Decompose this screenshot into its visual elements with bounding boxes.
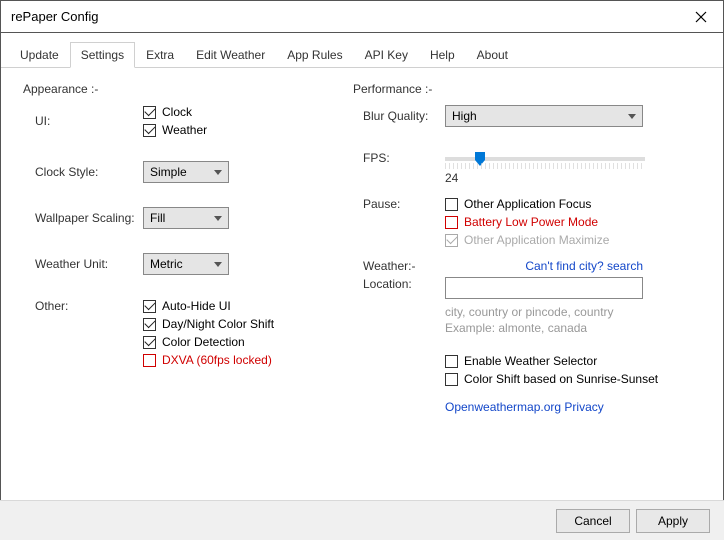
window-title: rePaper Config xyxy=(11,9,679,24)
footer: Cancel Apply xyxy=(0,500,724,540)
daynight-checkbox[interactable]: Day/Night Color Shift xyxy=(143,317,274,331)
fps-slider[interactable] xyxy=(445,157,645,161)
tab-edit-weather[interactable]: Edit Weather xyxy=(185,42,276,68)
scaling-select[interactable]: Fill xyxy=(143,207,229,229)
tab-help[interactable]: Help xyxy=(419,42,466,68)
tab-strip: Update Settings Extra Edit Weather App R… xyxy=(1,33,723,68)
pause-focus-checkbox[interactable]: Other Application Focus xyxy=(445,197,713,211)
checkbox-icon xyxy=(445,198,458,211)
pause-focus-label: Other Application Focus xyxy=(464,197,591,211)
unit-select[interactable]: Metric xyxy=(143,253,229,275)
unit-label: Weather Unit: xyxy=(23,257,143,271)
titlebar: rePaper Config xyxy=(1,1,723,33)
auto-hide-label: Auto-Hide UI xyxy=(162,299,231,313)
close-icon xyxy=(695,11,707,23)
pause-battery-checkbox[interactable]: Battery Low Power Mode xyxy=(445,215,713,229)
chevron-down-icon xyxy=(214,216,222,221)
location-input[interactable] xyxy=(445,277,643,299)
find-city-link[interactable]: Can't find city? search xyxy=(525,259,643,273)
checkbox-icon xyxy=(445,355,458,368)
location-label: Location: xyxy=(363,277,445,291)
blur-select[interactable]: High xyxy=(445,105,643,127)
clockstyle-label: Clock Style: xyxy=(23,165,143,179)
location-hint: city, country or pincode, country Exampl… xyxy=(445,305,645,336)
daynight-label: Day/Night Color Shift xyxy=(162,317,274,331)
clockstyle-value: Simple xyxy=(150,165,187,179)
appearance-panel: Appearance :- UI: Clock Weather Clock St… xyxy=(23,82,353,478)
dxva-checkbox[interactable]: DXVA (60fps locked) xyxy=(143,353,274,367)
pause-battery-label: Battery Low Power Mode xyxy=(464,215,598,229)
weather-label-text: Weather:- xyxy=(363,259,445,273)
checkbox-icon xyxy=(445,373,458,386)
slider-ticks xyxy=(445,163,645,169)
ui-clock-checkbox[interactable]: Clock xyxy=(143,105,207,119)
color-detect-label: Color Detection xyxy=(162,335,245,349)
checkbox-icon xyxy=(445,216,458,229)
pause-max-checkbox: Other Application Maximize xyxy=(445,233,713,247)
enable-selector-label: Enable Weather Selector xyxy=(464,354,597,368)
ui-clock-label: Clock xyxy=(162,105,192,119)
location-hint-1: city, country or pincode, country xyxy=(445,305,645,321)
tab-api-key[interactable]: API Key xyxy=(354,42,419,68)
enable-selector-checkbox[interactable]: Enable Weather Selector xyxy=(445,354,713,368)
tab-about[interactable]: About xyxy=(466,42,519,68)
chevron-down-icon xyxy=(628,114,636,119)
clockstyle-select[interactable]: Simple xyxy=(143,161,229,183)
close-button[interactable] xyxy=(679,1,723,33)
scaling-label: Wallpaper Scaling: xyxy=(23,211,143,225)
openweather-link[interactable]: Openweathermap.org Privacy xyxy=(445,400,713,414)
location-hint-2: Example: almonte, canada xyxy=(445,321,645,337)
unit-value: Metric xyxy=(150,257,183,271)
checkbox-icon xyxy=(143,354,156,367)
color-shift-checkbox[interactable]: Color Shift based on Sunrise-Sunset xyxy=(445,372,713,386)
other-label: Other: xyxy=(23,299,143,313)
dxva-label: DXVA (60fps locked) xyxy=(162,353,272,367)
fps-label: FPS: xyxy=(353,151,445,165)
pause-label: Pause: xyxy=(353,197,445,211)
ui-weather-label: Weather xyxy=(162,123,207,137)
checkbox-icon xyxy=(143,336,156,349)
checkbox-icon xyxy=(445,234,458,247)
scaling-value: Fill xyxy=(150,211,165,225)
tab-settings[interactable]: Settings xyxy=(70,42,135,68)
checkbox-icon xyxy=(143,124,156,137)
tab-app-rules[interactable]: App Rules xyxy=(276,42,353,68)
blur-value: High xyxy=(452,109,477,123)
performance-panel: Performance :- Blur Quality: High FPS: 2… xyxy=(353,82,713,478)
weather-label: Weather:- Location: xyxy=(353,259,445,291)
checkbox-icon xyxy=(143,300,156,313)
ui-label: UI: xyxy=(23,114,143,128)
color-shift-label: Color Shift based on Sunrise-Sunset xyxy=(464,372,658,386)
appearance-heading: Appearance :- xyxy=(23,82,353,96)
ui-weather-checkbox[interactable]: Weather xyxy=(143,123,207,137)
chevron-down-icon xyxy=(214,170,222,175)
cancel-button[interactable]: Cancel xyxy=(556,509,630,533)
auto-hide-checkbox[interactable]: Auto-Hide UI xyxy=(143,299,274,313)
apply-button[interactable]: Apply xyxy=(636,509,710,533)
fps-value: 24 xyxy=(445,171,645,185)
checkbox-icon xyxy=(143,106,156,119)
tab-update[interactable]: Update xyxy=(9,42,70,68)
blur-label: Blur Quality: xyxy=(353,109,445,123)
performance-heading: Performance :- xyxy=(353,82,713,96)
color-detect-checkbox[interactable]: Color Detection xyxy=(143,335,274,349)
tab-extra[interactable]: Extra xyxy=(135,42,185,68)
chevron-down-icon xyxy=(214,262,222,267)
pause-max-label: Other Application Maximize xyxy=(464,233,609,247)
checkbox-icon xyxy=(143,318,156,331)
